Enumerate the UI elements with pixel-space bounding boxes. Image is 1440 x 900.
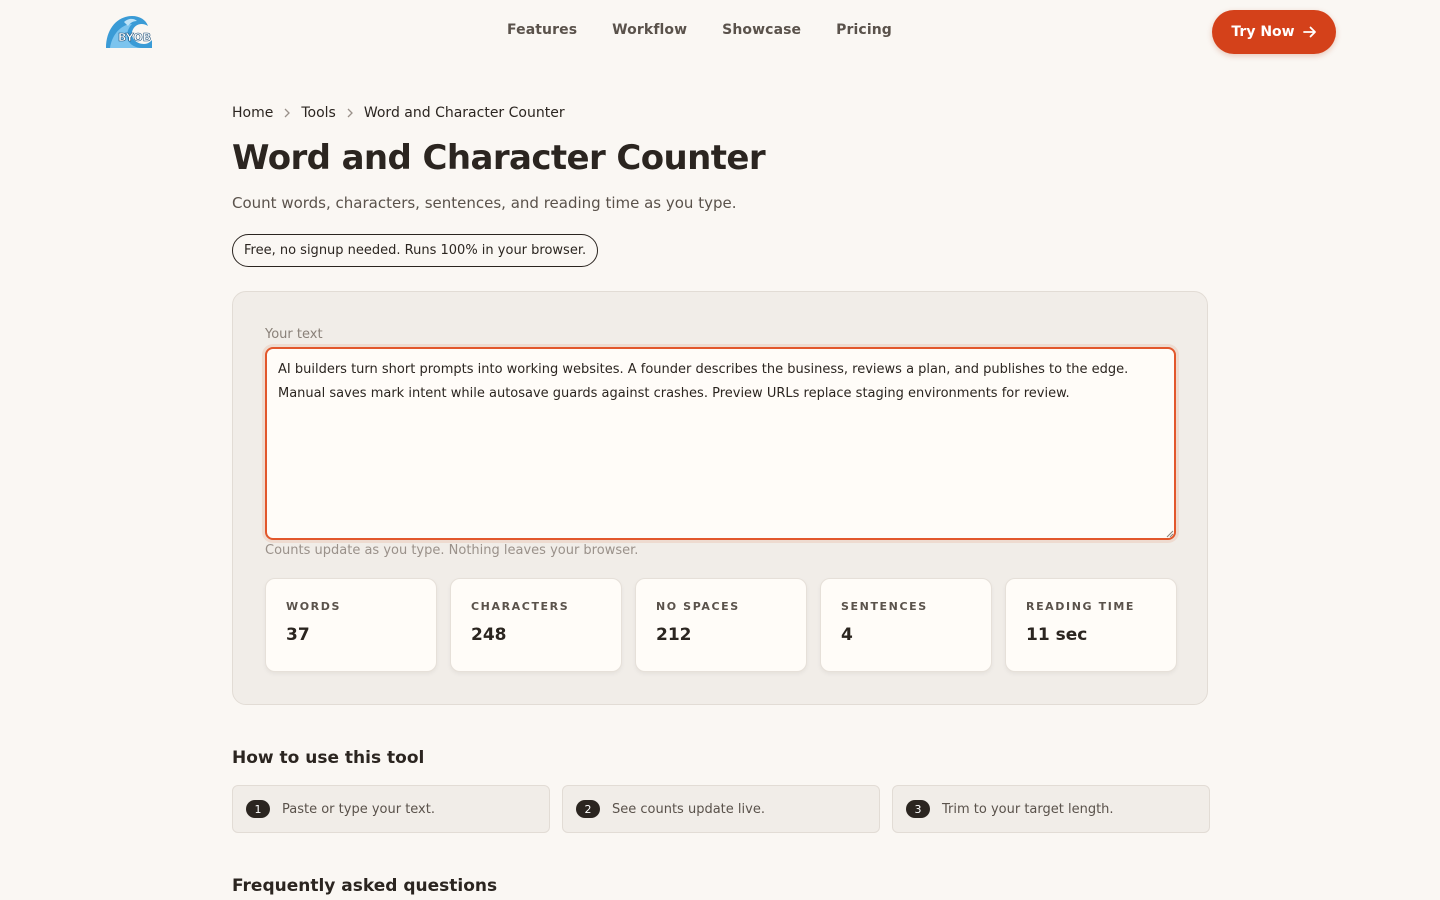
- stat-value: 11 sec: [1026, 625, 1088, 645]
- counter-tool-card: Your text AI builders turn short prompts…: [232, 291, 1208, 705]
- howto-step: 3 Trim to your target length.: [892, 785, 1210, 833]
- logo-wave-icon: BYOB: [106, 16, 152, 48]
- nav-features[interactable]: Features: [507, 22, 577, 38]
- howto-title: How to use this tool: [232, 748, 425, 768]
- page-subtitle: Count words, characters, sentences, and …: [232, 194, 737, 212]
- step-text: Paste or type your text.: [282, 801, 435, 817]
- stat-value: 248: [471, 625, 507, 645]
- resize-handle-icon[interactable]: [1165, 529, 1174, 538]
- stat-sentences: SENTENCES 4: [820, 578, 992, 672]
- breadcrumb: Home Tools Word and Character Counter: [232, 105, 565, 121]
- breadcrumb-tools[interactable]: Tools: [301, 105, 336, 121]
- howto-steps: 1 Paste or type your text. 2 See counts …: [232, 785, 1210, 833]
- helper-text: Counts update as you type. Nothing leave…: [265, 543, 639, 558]
- info-pill: Free, no signup needed. Runs 100% in you…: [232, 234, 599, 267]
- main-nav: Features Workflow Showcase Pricing: [507, 22, 927, 38]
- text-input[interactable]: AI builders turn short prompts into work…: [265, 347, 1176, 540]
- nav-workflow[interactable]: Workflow: [612, 22, 687, 38]
- stat-value: 37: [286, 625, 310, 645]
- site-header: BYOB Features Workflow Showcase Pricing …: [0, 0, 1440, 64]
- stat-label: CHARACTERS: [471, 600, 570, 613]
- stat-characters: CHARACTERS 248: [450, 578, 622, 672]
- step-number: 2: [576, 800, 600, 818]
- step-number: 3: [906, 800, 930, 818]
- step-text: See counts update live.: [612, 801, 765, 817]
- step-number: 1: [246, 800, 270, 818]
- stat-label: SENTENCES: [841, 600, 928, 613]
- arrow-right-icon: [1302, 26, 1316, 38]
- howto-step: 2 See counts update live.: [562, 785, 880, 833]
- chevron-right-icon: [283, 108, 291, 118]
- try-now-label: Try Now: [1231, 24, 1295, 40]
- stat-reading-time: READING TIME 11 sec: [1005, 578, 1177, 672]
- byob-logo[interactable]: BYOB: [104, 14, 154, 50]
- try-now-button[interactable]: Try Now: [1212, 10, 1336, 54]
- breadcrumb-current: Word and Character Counter: [363, 105, 565, 121]
- stat-no-spaces: NO SPACES 212: [635, 578, 807, 672]
- step-text: Trim to your target length.: [942, 801, 1114, 817]
- breadcrumb-home[interactable]: Home: [232, 105, 273, 121]
- howto-step: 1 Paste or type your text.: [232, 785, 550, 833]
- stat-value: 212: [656, 625, 692, 645]
- stats-row: WORDS 37 CHARACTERS 248 NO SPACES 212 SE…: [265, 578, 1177, 672]
- faq-title: Frequently asked questions: [232, 876, 498, 896]
- nav-pricing[interactable]: Pricing: [836, 22, 892, 38]
- svg-text:BYOB: BYOB: [118, 31, 151, 44]
- chevron-right-icon: [346, 108, 354, 118]
- stat-value: 4: [841, 625, 853, 645]
- stat-words: WORDS 37: [265, 578, 437, 672]
- nav-showcase[interactable]: Showcase: [722, 22, 801, 38]
- stat-label: NO SPACES: [656, 600, 740, 613]
- stat-label: READING TIME: [1026, 600, 1136, 613]
- page-title: Word and Character Counter: [232, 138, 766, 178]
- stat-label: WORDS: [286, 600, 342, 613]
- text-field-label: Your text: [265, 327, 323, 342]
